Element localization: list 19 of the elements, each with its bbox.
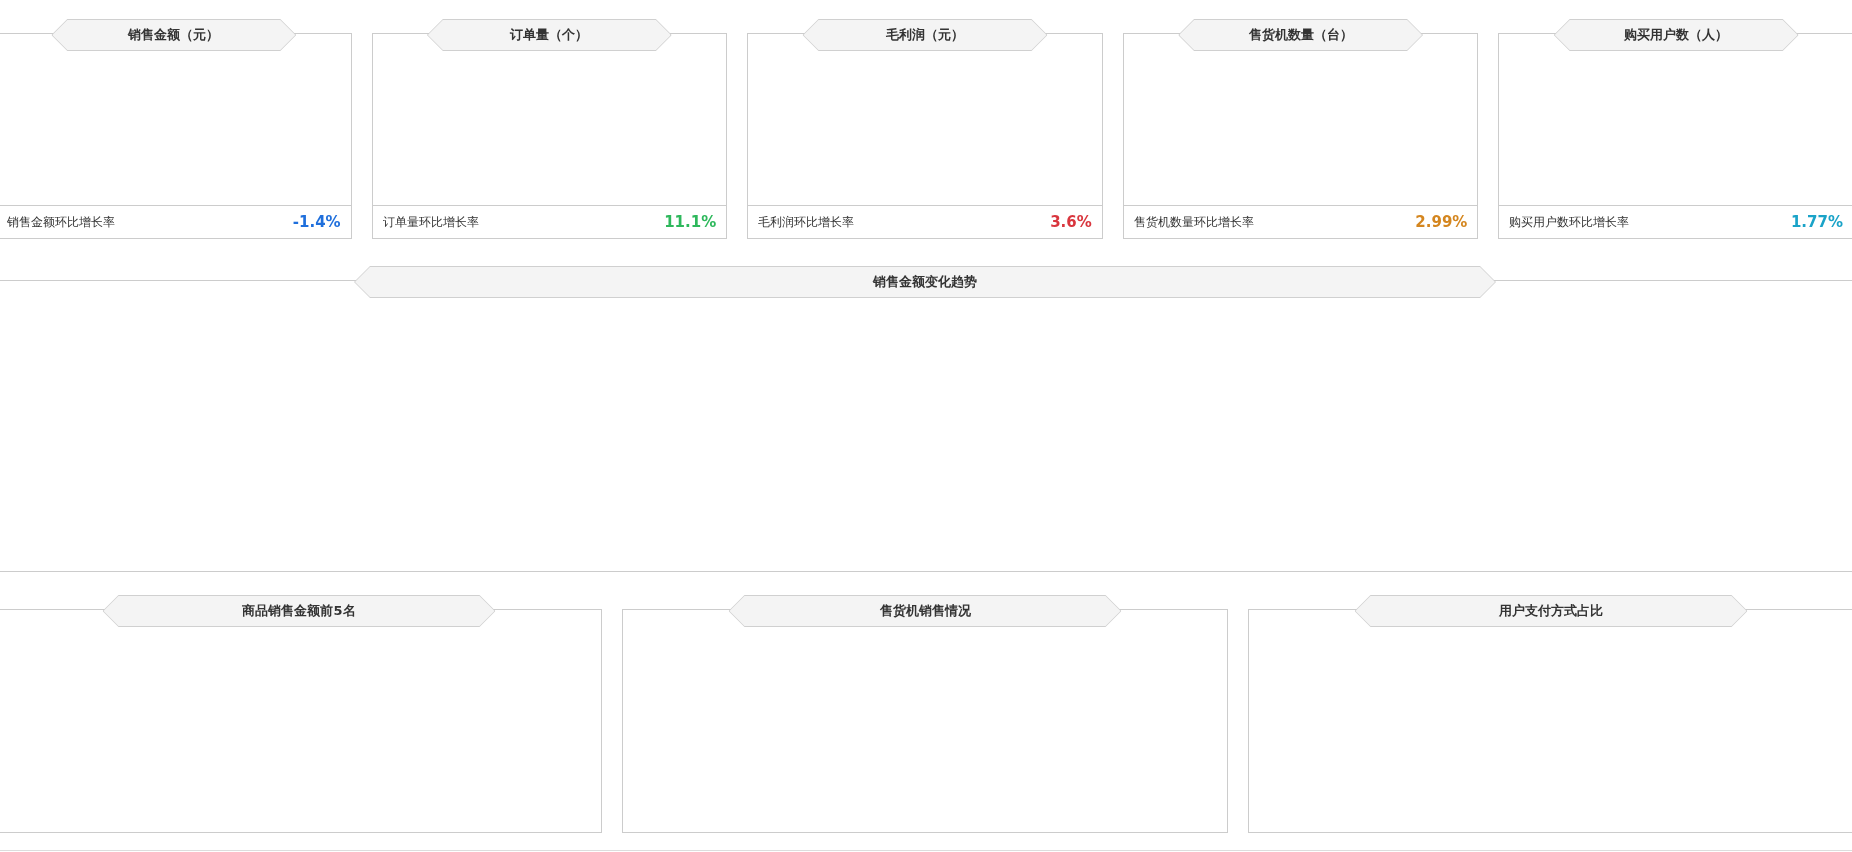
growth-label: 售货机数量环比增长率	[1133, 214, 1254, 231]
panel-title: 售货机销售情况	[728, 595, 1122, 627]
panel-title: 订单量（个）	[426, 19, 672, 51]
growth-rate: -1.4%	[292, 211, 341, 233]
growth-label: 订单量环比增长率	[382, 214, 479, 231]
growth-label: 毛利润环比增长率	[758, 214, 855, 231]
growth-rate: 2.99%	[1415, 211, 1468, 233]
panel-title: 商品销售金额前5名	[102, 595, 496, 627]
panel-title: 毛利润（元）	[802, 19, 1048, 51]
growth-rate: 3.6%	[1050, 211, 1092, 233]
growth-rate: 11.1%	[664, 211, 717, 233]
growth-label: 购买用户数环比增长率	[1509, 214, 1630, 231]
growth-label: 销售金额环比增长率	[7, 214, 115, 231]
panel-title: 用户支付方式占比	[1354, 595, 1748, 627]
growth-rate: 1.77%	[1790, 211, 1843, 233]
panel-title: 销售金额（元）	[51, 19, 297, 51]
panel-title: 销售金额变化趋势	[354, 266, 1496, 298]
panel-title: 购买用户数（人）	[1553, 19, 1799, 51]
panel-title: 售货机数量（台）	[1178, 19, 1424, 51]
